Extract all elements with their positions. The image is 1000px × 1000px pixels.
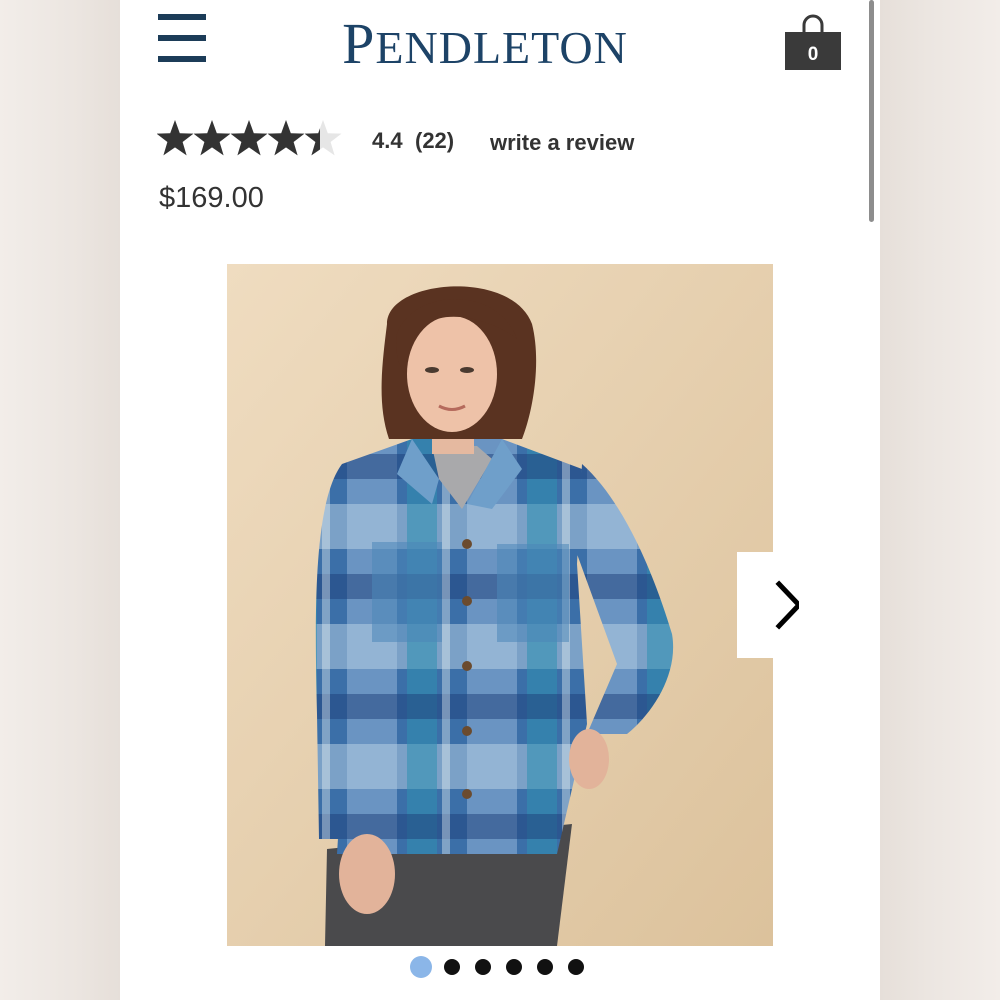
scrollbar[interactable] [869,0,874,222]
cart-button[interactable]: 0 [784,12,842,72]
cart-count: 0 [807,44,819,65]
model-in-plaid-shirt-illustration [227,264,773,946]
star-icon [268,118,305,162]
product-price: $169.00 [159,182,264,214]
write-review-link[interactable]: write a review [490,130,634,156]
next-image-button[interactable] [737,552,803,658]
carousel-dot[interactable] [568,959,584,975]
chevron-right-icon [775,580,803,630]
star-icon [305,118,342,162]
review-count[interactable]: (22) [415,128,454,154]
rating-value: 4.4 [372,128,403,153]
carousel-dot[interactable] [475,959,491,975]
background-right [880,0,1000,1000]
carousel-dot[interactable] [537,959,553,975]
product-image[interactable] [227,264,773,946]
carousel-dot[interactable] [506,959,522,975]
hamburger-menu-icon[interactable] [158,12,206,64]
carousel-dot-active[interactable] [410,956,432,978]
background-left [0,0,120,1000]
image-carousel-dots [410,955,599,979]
carousel-dot[interactable] [444,959,460,975]
star-icon [231,118,268,162]
brand-logo[interactable]: PENDLETON [330,14,640,74]
star-icon [194,118,231,162]
star-icon [157,118,194,162]
rating-stars [157,118,342,164]
